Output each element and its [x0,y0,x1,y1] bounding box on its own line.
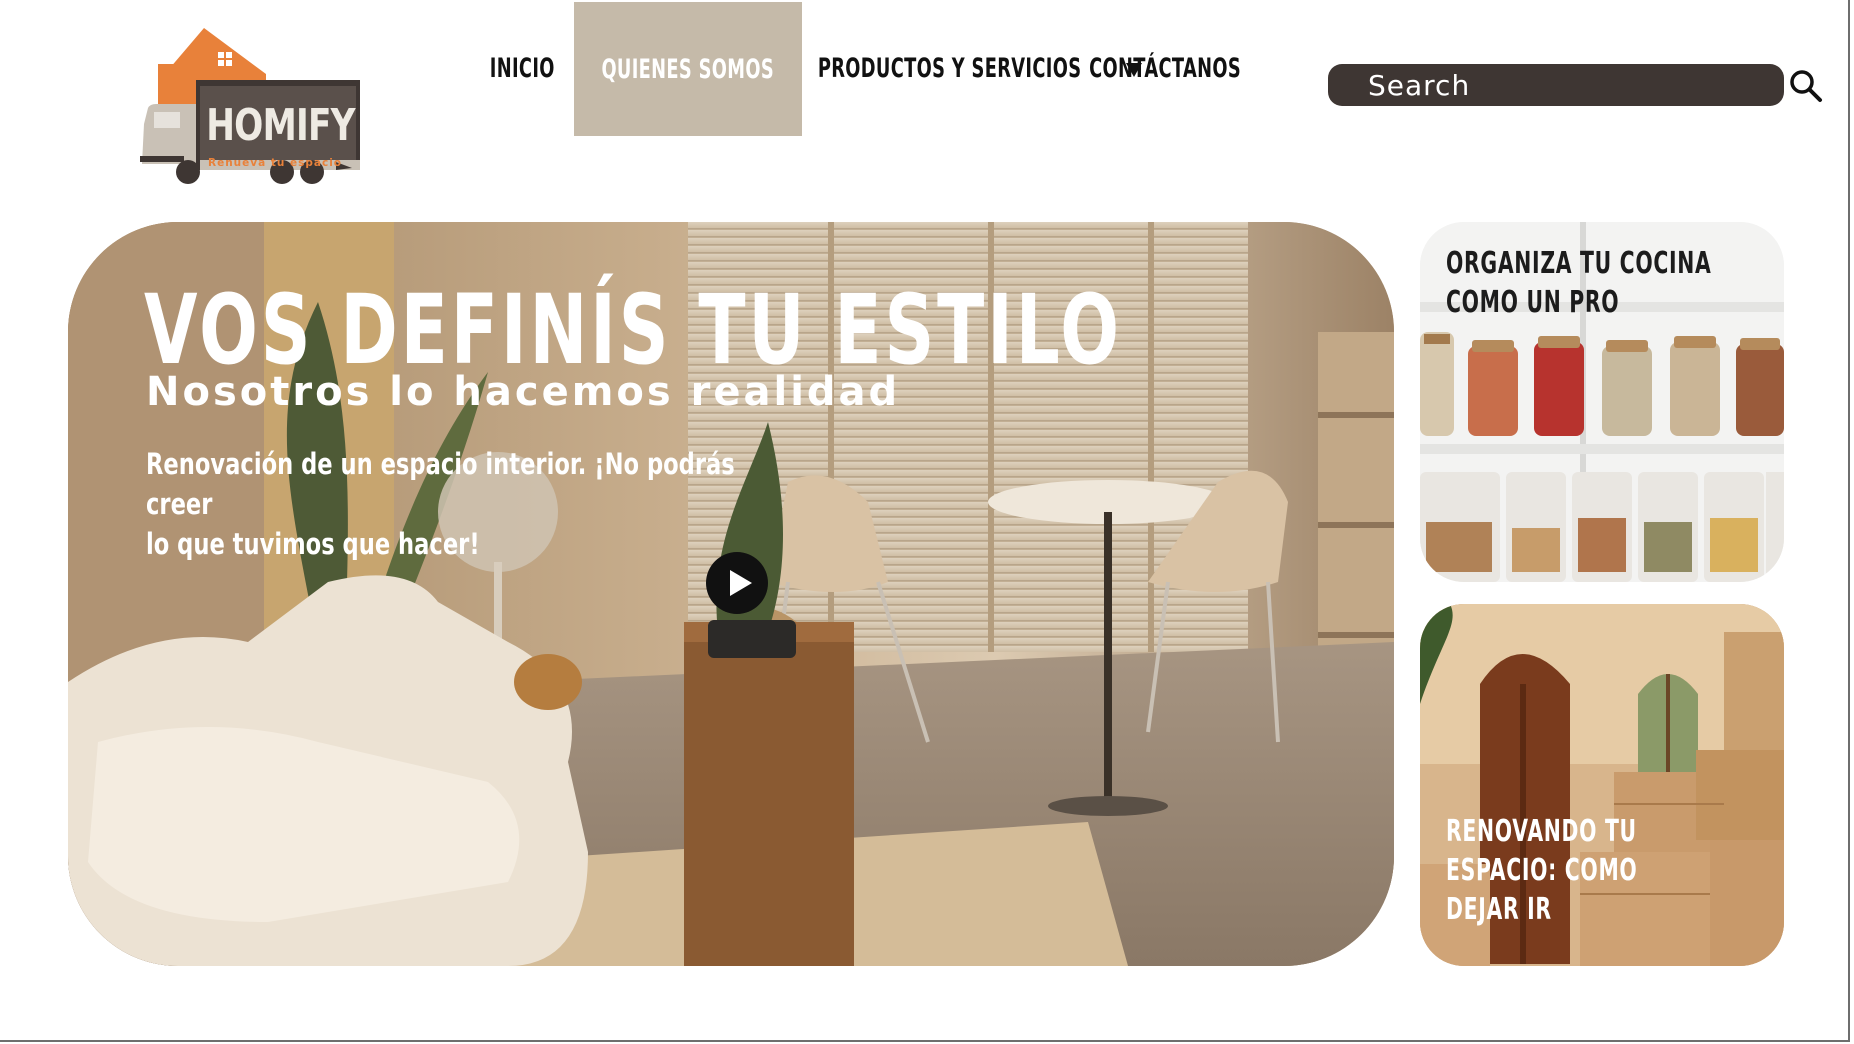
nav-item-label: QUIENES SOMOS [601,53,775,85]
main-nav: INICIO QUIENES SOMOS PRODUCTOS Y SERVICI… [470,0,1241,136]
brand-tagline: Renueva tu espacio [207,157,343,169]
page: HOMIFY Renueva tu espacio INICIO QUIENES… [0,0,1850,1042]
nav-item-inicio[interactable]: INICIO [470,0,574,136]
card-title: ORGANIZA TU COCINA COMO UN PRO [1446,246,1712,320]
nav-item-contactanos[interactable]: CONTÁCTANOS [1089,0,1241,136]
hero-title: VOS DEFINÍS TU ESTILO [144,274,1122,386]
nav-item-label: CONTÁCTANOS [1089,52,1241,84]
card-title: RENOVANDO TU ESPACIO: COMO DEJAR IR [1446,814,1638,927]
play-icon[interactable] [706,552,768,614]
nav-item-label: PRODUCTOS Y SERVICIOS [818,52,1082,84]
brand-name: HOMIFY [206,100,355,151]
search-icon[interactable] [1788,68,1824,104]
nav-item-label: INICIO [489,52,555,84]
homify-logo[interactable]: HOMIFY Renueva tu espacio [140,24,370,184]
hero-banner[interactable]: VOS DEFINÍS TU ESTILO Nosotros lo hacemo… [68,222,1394,966]
nav-item-productos-y-servicios[interactable]: PRODUCTOS Y SERVICIOS [802,0,1142,136]
search-input[interactable] [1328,64,1784,106]
article-card-renovando[interactable]: RENOVANDO TU ESPACIO: COMO DEJAR IR [1420,604,1784,966]
nav-item-quienes-somos[interactable]: QUIENES SOMOS [574,2,802,136]
article-card-cocina[interactable]: ORGANIZA TU COCINA COMO UN PRO [1420,222,1784,582]
hero-subtitle: Nosotros lo hacemos realidad [146,369,901,415]
hero-description: Renovación de un espacio interior. ¡No p… [146,447,735,561]
